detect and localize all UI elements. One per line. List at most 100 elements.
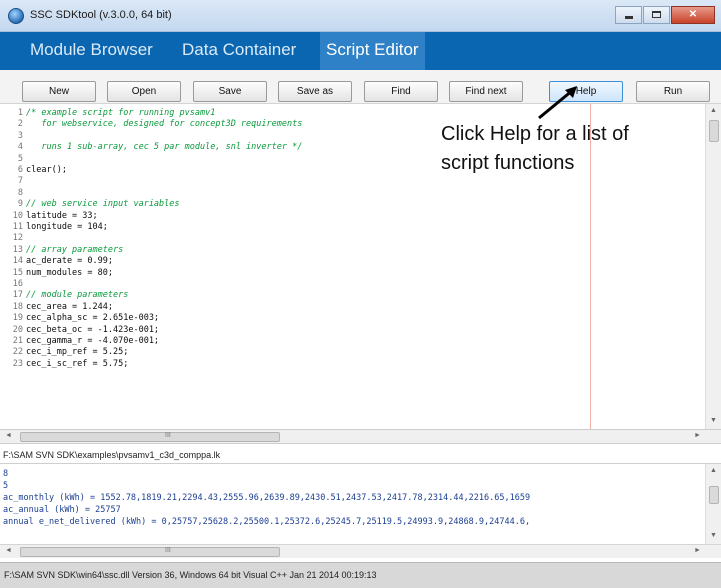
- code-text: longitude = 104;: [26, 222, 108, 232]
- window-title: SSC SDKtool (v.3.0.0, 64 bit): [30, 9, 172, 21]
- status-bar: F:\SAM SVN SDK\win64\ssc.dll Version 36,…: [0, 562, 721, 588]
- code-text: cec_alpha_sc = 2.651e-003;: [26, 313, 160, 324]
- scroll-thumb[interactable]: [709, 486, 719, 504]
- tab-script-editor[interactable]: Script Editor: [320, 32, 425, 70]
- new-button[interactable]: New: [22, 81, 96, 102]
- line-number: 13: [12, 244, 23, 255]
- code-text: cec_gamma_r = -4.070e-001;: [26, 336, 160, 346]
- script-file-path: F:\SAM SVN SDK\examples\pvsamv1_c3d_comp…: [0, 446, 721, 464]
- code-line[interactable]: 16: [0, 279, 700, 290]
- callout-arrow-icon: [538, 86, 577, 120]
- code-text: cec_beta_oc = -1.423e-001;: [26, 324, 160, 335]
- code-text: /* example script for running pvsamv1: [26, 108, 216, 118]
- output-line: ac_annual (kWh) = 25757: [3, 505, 121, 515]
- code-text: // web service input variables: [26, 199, 180, 210]
- code-line[interactable]: 9// web service input variables: [0, 199, 700, 210]
- scroll-right-icon[interactable]: ►: [694, 432, 701, 439]
- line-number: 7: [17, 176, 23, 187]
- code-text: latitude = 33;: [26, 210, 98, 221]
- line-number: 8: [17, 187, 23, 198]
- line-number: 17: [12, 290, 23, 301]
- line-number: 19: [12, 313, 23, 324]
- code-text: num_modules = 80;: [26, 267, 113, 278]
- code-text: runs 1 sub-array, cec 5 par module, snl …: [26, 142, 303, 153]
- editor-toolbar: New Open Save Save as Find Find next Hel…: [0, 70, 721, 104]
- editor-vertical-scrollbar[interactable]: ▲ ▼: [705, 104, 721, 429]
- output-vertical-scrollbar[interactable]: ▲ ▼: [705, 464, 721, 544]
- find-button[interactable]: Find: [364, 81, 438, 102]
- code-line[interactable]: 11 longitude = 104;: [0, 222, 700, 233]
- scroll-left-icon[interactable]: ◄: [5, 547, 12, 554]
- line-number: 14: [12, 256, 23, 267]
- line-number: 6: [17, 165, 23, 175]
- code-text: clear();: [26, 165, 67, 175]
- open-button[interactable]: Open: [107, 81, 181, 102]
- close-icon: ✕: [688, 9, 698, 20]
- code-text: cec_i_sc_ref = 5.75;: [26, 358, 129, 369]
- maximize-button[interactable]: [643, 6, 670, 24]
- code-line[interactable]: 15 num_modules = 80;: [0, 268, 700, 279]
- scroll-down-icon[interactable]: ▼: [710, 417, 717, 424]
- grip-icon: III: [165, 432, 171, 439]
- code-line[interactable]: 19 cec_alpha_sc = 2.651e-003;: [0, 313, 700, 324]
- line-number: 15: [12, 267, 23, 278]
- editor-horizontal-scrollbar[interactable]: ◄ III ►: [0, 430, 721, 444]
- scroll-right-icon[interactable]: ►: [694, 547, 701, 554]
- code-line[interactable]: 8: [0, 188, 700, 199]
- output-line: ac_monthly (kWh) = 1552.78,1819.21,2294.…: [3, 493, 531, 503]
- code-line[interactable]: 1/* example script for running pvsamv1: [0, 108, 700, 119]
- code-line[interactable]: 17// module parameters: [0, 290, 700, 301]
- code-line[interactable]: 22 cec_i_mp_ref = 5.25;: [0, 347, 700, 358]
- output-line: 8: [3, 469, 9, 479]
- line-number: 22: [12, 347, 23, 358]
- code-line[interactable]: 23 cec_i_sc_ref = 5.75;: [0, 359, 700, 370]
- line-number: 10: [12, 210, 23, 221]
- title-bar: SSC SDKtool (v.3.0.0, 64 bit) ✕: [0, 0, 721, 32]
- line-number: 5: [17, 153, 23, 164]
- line-number: 3: [17, 130, 23, 141]
- line-number: 20: [12, 324, 23, 335]
- tab-module-browser[interactable]: Module Browser: [24, 32, 159, 70]
- output-line: 5: [3, 481, 9, 491]
- scroll-up-icon[interactable]: ▲: [710, 107, 717, 114]
- minimize-button[interactable]: [615, 6, 642, 24]
- code-line[interactable]: 18 cec_area = 1.244;: [0, 302, 700, 313]
- scroll-up-icon[interactable]: ▲: [710, 467, 717, 474]
- code-line[interactable]: 14 ac_derate = 0.99;: [0, 256, 700, 267]
- line-number: 16: [12, 279, 23, 289]
- output-line: annual e_net_delivered (kWh) = 0,25757,2…: [3, 517, 531, 527]
- close-button[interactable]: ✕: [671, 6, 715, 24]
- run-button[interactable]: Run: [636, 81, 710, 102]
- code-text: cec_area = 1.244;: [26, 301, 113, 312]
- find-next-button[interactable]: Find next: [449, 81, 523, 102]
- output-console[interactable]: annual e_net_delivered (kWh) = 0,25757,2…: [0, 464, 721, 544]
- main-nav: Module Browser Data Container Script Edi…: [0, 32, 721, 70]
- line-number: 11: [12, 222, 23, 232]
- maximize-icon: [652, 11, 661, 18]
- line-number: 9: [17, 199, 23, 210]
- app-icon: [8, 8, 24, 24]
- code-line[interactable]: 10 latitude = 33;: [0, 211, 700, 222]
- code-line[interactable]: 20 cec_beta_oc = -1.423e-001;: [0, 325, 700, 336]
- code-line[interactable]: 21 cec_gamma_r = -4.070e-001;: [0, 336, 700, 347]
- code-line[interactable]: 13// array parameters: [0, 245, 700, 256]
- save-as-button[interactable]: Save as: [278, 81, 352, 102]
- scroll-down-icon[interactable]: ▼: [710, 532, 717, 539]
- grip-icon: III: [165, 547, 171, 554]
- line-number: 23: [12, 358, 23, 369]
- code-text: for webservice, designed for concept3D r…: [26, 119, 303, 130]
- code-text: ac_derate = 0.99;: [26, 256, 113, 267]
- code-line[interactable]: 7: [0, 176, 700, 187]
- code-text: cec_i_mp_ref = 5.25;: [26, 347, 129, 358]
- window-controls: ✕: [614, 6, 715, 24]
- minimize-icon: [624, 16, 633, 19]
- save-button[interactable]: Save: [193, 81, 267, 102]
- tab-data-container[interactable]: Data Container: [176, 32, 302, 70]
- output-horizontal-scrollbar[interactable]: ◄ III ►: [0, 544, 721, 558]
- scroll-thumb[interactable]: III: [20, 547, 280, 557]
- scroll-thumb[interactable]: III: [20, 432, 280, 442]
- scroll-left-icon[interactable]: ◄: [5, 432, 12, 439]
- code-line[interactable]: 12: [0, 233, 700, 244]
- scroll-thumb[interactable]: [709, 120, 719, 142]
- line-number: 21: [12, 336, 23, 346]
